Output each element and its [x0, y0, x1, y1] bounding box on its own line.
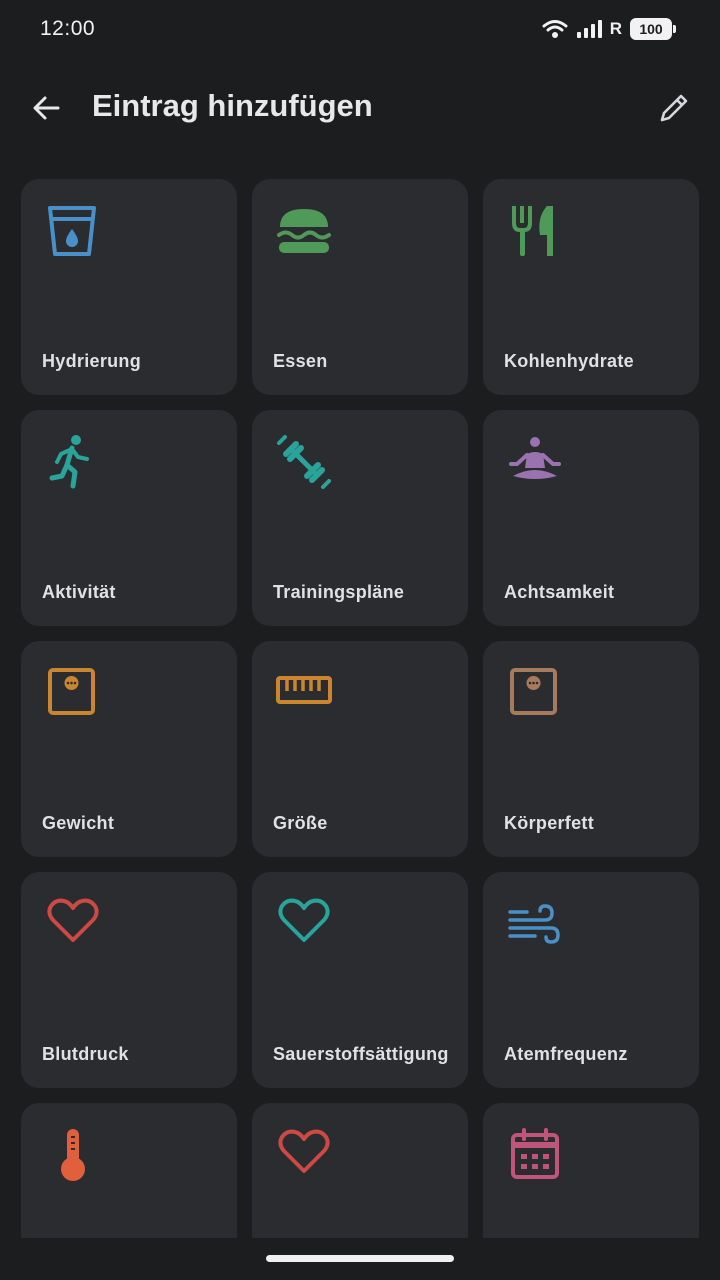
battery-icon: 100 — [630, 18, 676, 40]
tile-atemfrequenz[interactable]: Atemfrequenz — [483, 872, 699, 1088]
tile-sauerstoffsaettigung[interactable]: Sauerstoffsättigung — [252, 872, 468, 1088]
tile-kohlenhydrate[interactable]: Kohlenhydrate — [483, 179, 699, 395]
wifi-icon — [542, 20, 568, 38]
status-time: 12:00 — [40, 17, 96, 40]
tile-aktivitaet[interactable]: Aktivität — [21, 410, 237, 626]
burger-icon — [277, 209, 331, 253]
tile-blutdruck[interactable]: Blutdruck — [21, 872, 237, 1088]
tile-groesse[interactable]: Größe — [252, 641, 468, 857]
edit-button[interactable] — [652, 86, 696, 130]
calendar-icon — [511, 1128, 559, 1179]
tile-gewicht[interactable]: Gewicht — [21, 641, 237, 857]
tile-label: Kohlenhydrate — [504, 351, 634, 371]
tile-essen[interactable]: Essen — [252, 179, 468, 395]
tile-label: Blutdruck — [42, 1044, 129, 1064]
dumbbell-icon — [277, 435, 331, 489]
scale-icon — [510, 668, 557, 715]
status-icons: R 100 — [542, 18, 676, 40]
cutlery-icon — [512, 206, 553, 256]
entry-grid: Hydrierung Essen Kohlenhydrate Aktivität — [21, 179, 699, 1280]
water-glass-icon — [48, 206, 96, 256]
tile-label: Atemfrequenz — [504, 1044, 628, 1064]
tile-trainingsplaene[interactable]: Trainingspläne — [252, 410, 468, 626]
tile-label: Trainingspläne — [273, 582, 405, 602]
tile-label: Achtsamkeit — [504, 582, 615, 602]
page-title: Eintrag hinzufügen — [92, 88, 373, 123]
tile-koerperfett[interactable]: Körperfett — [483, 641, 699, 857]
tile-label: Aktivität — [42, 582, 116, 602]
heart-icon — [278, 1129, 330, 1173]
battery-level: 100 — [639, 21, 663, 37]
ruler-icon — [276, 676, 332, 704]
running-icon — [49, 435, 89, 489]
status-bar: 12:00 R 100 — [0, 0, 720, 60]
tile-label: Sauerstoffsättigung — [273, 1044, 449, 1064]
thermometer-icon — [61, 1129, 85, 1181]
app-bar: Eintrag hinzufügen — [0, 70, 720, 150]
tile-label: Hydrierung — [42, 351, 142, 371]
wind-icon — [508, 904, 560, 944]
meditation-icon — [509, 437, 561, 479]
pencil-icon — [660, 94, 688, 122]
tile-hydrierung[interactable]: Hydrierung — [21, 179, 237, 395]
heart-icon — [278, 898, 330, 942]
tile-label: Größe — [273, 813, 328, 833]
roaming-label: R — [609, 19, 622, 38]
home-indicator[interactable] — [266, 1255, 454, 1262]
tile-label: Essen — [273, 351, 328, 371]
arrow-back-icon — [33, 96, 60, 120]
heart-icon — [47, 898, 99, 942]
back-button[interactable] — [24, 86, 68, 130]
signal-icon — [576, 20, 602, 38]
tile-label: Gewicht — [42, 813, 115, 833]
scale-icon — [48, 668, 95, 715]
tile-achtsamkeit[interactable]: Achtsamkeit — [483, 410, 699, 626]
tile-label: Körperfett — [504, 813, 595, 833]
